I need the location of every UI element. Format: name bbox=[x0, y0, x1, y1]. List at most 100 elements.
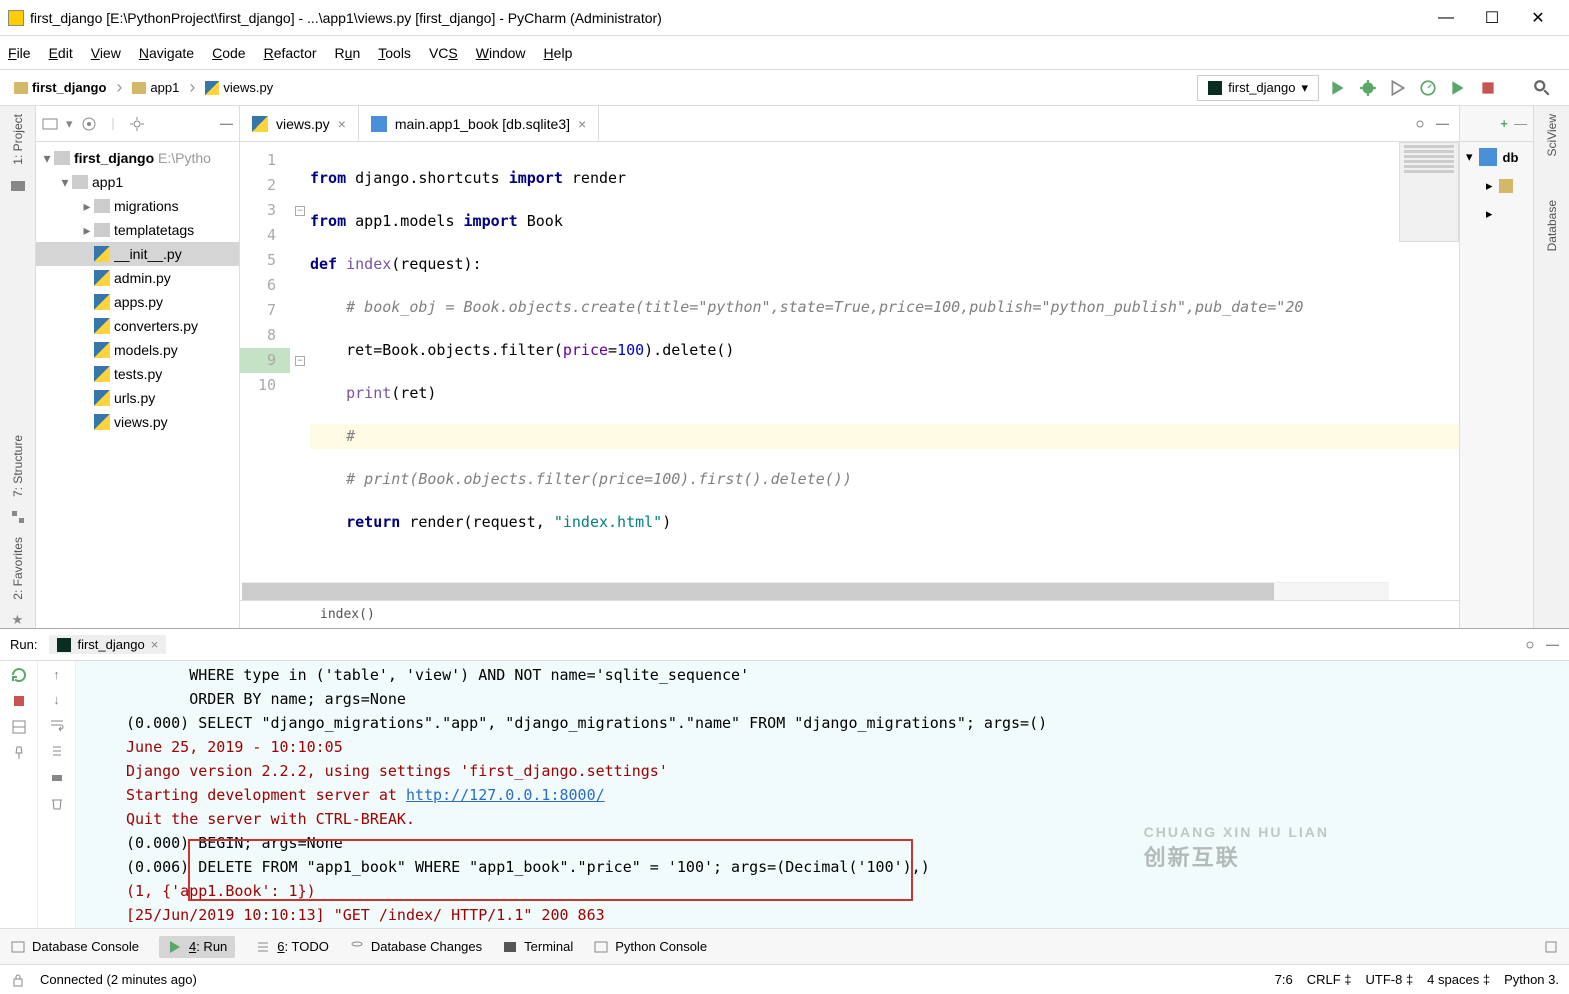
run-config-selector[interactable]: first_django ▾ bbox=[1197, 75, 1319, 101]
rail-project[interactable]: 1: Project bbox=[11, 114, 25, 165]
chevron-down-icon[interactable]: ▾ bbox=[66, 116, 73, 132]
tree-file-init[interactable]: __init__.py bbox=[36, 242, 239, 266]
scroll-icon[interactable] bbox=[49, 743, 65, 759]
editor-tabs: views.py× main.app1_book [db.sqlite3]× — bbox=[240, 106, 1459, 142]
run-tab[interactable]: first_django× bbox=[49, 635, 166, 654]
tree-templatetags[interactable]: ▸templatetags bbox=[36, 218, 239, 242]
db-item[interactable]: ▾db bbox=[1460, 142, 1533, 172]
gear-icon[interactable] bbox=[1412, 116, 1428, 132]
target-icon[interactable] bbox=[81, 116, 97, 132]
bb-terminal[interactable]: Terminal bbox=[502, 939, 573, 955]
close-icon[interactable]: × bbox=[338, 116, 346, 132]
bb-todo[interactable]: 6: TODO bbox=[255, 939, 329, 955]
menu-code[interactable]: Code bbox=[212, 45, 245, 61]
layout-icon[interactable] bbox=[11, 719, 27, 735]
menu-tools[interactable]: Tools bbox=[378, 45, 411, 61]
trash-icon[interactable] bbox=[49, 795, 65, 811]
db-schema[interactable]: ▸ bbox=[1460, 172, 1533, 200]
menu-edit[interactable]: Edit bbox=[49, 45, 73, 61]
tree-file-converters[interactable]: converters.py bbox=[36, 314, 239, 338]
breadcrumb-app1[interactable]: app1 bbox=[126, 78, 185, 97]
menu-view[interactable]: View bbox=[91, 45, 121, 61]
rail-structure[interactable]: 7: Structure bbox=[11, 435, 25, 497]
coverage-icon[interactable] bbox=[1389, 79, 1407, 97]
hide-button[interactable]: — bbox=[1546, 637, 1559, 652]
menu-help[interactable]: Help bbox=[544, 45, 573, 61]
project-tree[interactable]: ▾first_django E:\Pytho ▾app1 ▸migrations… bbox=[36, 142, 239, 628]
status-encoding[interactable]: UTF-8 ‡ bbox=[1365, 972, 1413, 987]
up-icon[interactable]: ↑ bbox=[53, 667, 60, 682]
tab-db[interactable]: main.app1_book [db.sqlite3]× bbox=[359, 106, 599, 141]
tree-file-views[interactable]: views.py bbox=[36, 410, 239, 434]
close-icon[interactable]: × bbox=[151, 637, 159, 652]
close-button[interactable]: ✕ bbox=[1515, 3, 1561, 33]
breadcrumb-root[interactable]: first_django bbox=[8, 78, 112, 97]
status-line-sep[interactable]: CRLF ‡ bbox=[1307, 972, 1352, 987]
code-breadcrumb[interactable]: index() bbox=[240, 600, 1459, 628]
rail-database[interactable]: Database bbox=[1545, 200, 1559, 251]
hide-button[interactable]: — bbox=[220, 116, 233, 131]
folder-icon bbox=[94, 199, 110, 213]
minimize-button[interactable]: — bbox=[1423, 3, 1469, 33]
lock-icon[interactable] bbox=[10, 972, 26, 988]
fold-gutter[interactable]: −− bbox=[290, 142, 310, 582]
tree-file-urls[interactable]: urls.py bbox=[36, 386, 239, 410]
close-icon[interactable]: × bbox=[578, 116, 586, 132]
tree-migrations[interactable]: ▸migrations bbox=[36, 194, 239, 218]
stop-icon[interactable] bbox=[1479, 79, 1497, 97]
chevron-right-icon: › bbox=[116, 77, 122, 98]
profile-icon[interactable] bbox=[1419, 79, 1437, 97]
debug-icon[interactable] bbox=[1359, 79, 1377, 97]
tab-views[interactable]: views.py× bbox=[240, 106, 359, 141]
menu-refactor[interactable]: Refactor bbox=[264, 45, 317, 61]
horizontal-scrollbar[interactable] bbox=[242, 582, 1389, 600]
print-icon[interactable] bbox=[49, 769, 65, 785]
breadcrumb: first_django › app1 › views.py bbox=[8, 77, 1197, 98]
menu-run[interactable]: Run bbox=[335, 45, 361, 61]
menu-file[interactable]: File bbox=[8, 45, 31, 61]
pin-icon[interactable] bbox=[11, 745, 27, 761]
bb-database-console[interactable]: Database Console bbox=[10, 939, 139, 955]
hide-button[interactable]: — bbox=[1514, 116, 1527, 131]
console-output[interactable]: WHERE type in ('table', 'view') AND NOT … bbox=[76, 661, 1569, 928]
hide-button[interactable]: — bbox=[1436, 116, 1449, 132]
run-icon[interactable] bbox=[1329, 79, 1347, 97]
concurrency-icon[interactable] bbox=[1449, 79, 1467, 97]
wrap-icon[interactable] bbox=[49, 717, 65, 733]
project-view-icon[interactable] bbox=[42, 116, 58, 132]
pycharm-icon bbox=[8, 10, 24, 26]
event-log-icon[interactable] bbox=[1543, 939, 1559, 955]
add-icon[interactable]: + bbox=[1500, 116, 1508, 131]
tree-file-admin[interactable]: admin.py bbox=[36, 266, 239, 290]
bb-db-changes[interactable]: Database Changes bbox=[349, 939, 482, 955]
gear-icon[interactable] bbox=[129, 116, 145, 132]
menu-vcs[interactable]: VCS bbox=[429, 45, 458, 61]
rerun-icon[interactable] bbox=[11, 667, 27, 683]
status-indent[interactable]: 4 spaces ‡ bbox=[1427, 972, 1490, 987]
gear-icon[interactable] bbox=[1522, 637, 1538, 653]
bb-python-console[interactable]: Python Console bbox=[593, 939, 707, 955]
minimap[interactable] bbox=[1399, 142, 1459, 242]
server-url-link[interactable]: http://127.0.0.1:8000/ bbox=[406, 786, 605, 804]
down-icon[interactable]: ↓ bbox=[53, 692, 60, 707]
code-text[interactable]: from django.shortcuts import render from… bbox=[310, 142, 1459, 582]
tree-root[interactable]: ▾first_django E:\Pytho bbox=[36, 146, 239, 170]
status-position[interactable]: 7:6 bbox=[1275, 972, 1293, 987]
stop-icon[interactable] bbox=[11, 693, 27, 709]
maximize-button[interactable]: ☐ bbox=[1469, 3, 1515, 33]
menu-window[interactable]: Window bbox=[476, 45, 526, 61]
search-icon[interactable] bbox=[1533, 79, 1551, 97]
python-icon bbox=[252, 116, 268, 132]
status-python[interactable]: Python 3. bbox=[1504, 972, 1559, 987]
rail-favorites[interactable]: 2: Favorites bbox=[11, 537, 25, 600]
menu-navigate[interactable]: Navigate bbox=[139, 45, 194, 61]
breadcrumb-views[interactable]: views.py bbox=[199, 78, 279, 97]
code-editor[interactable]: 12345678910 −− from django.shortcuts imp… bbox=[240, 142, 1459, 582]
rail-sciview[interactable]: SciView bbox=[1545, 114, 1559, 156]
tree-app1[interactable]: ▾app1 bbox=[36, 170, 239, 194]
db-collation[interactable]: ▸ bbox=[1460, 200, 1533, 228]
tree-file-tests[interactable]: tests.py bbox=[36, 362, 239, 386]
bb-run[interactable]: 4: Run bbox=[159, 936, 235, 958]
tree-file-apps[interactable]: apps.py bbox=[36, 290, 239, 314]
tree-file-models[interactable]: models.py bbox=[36, 338, 239, 362]
